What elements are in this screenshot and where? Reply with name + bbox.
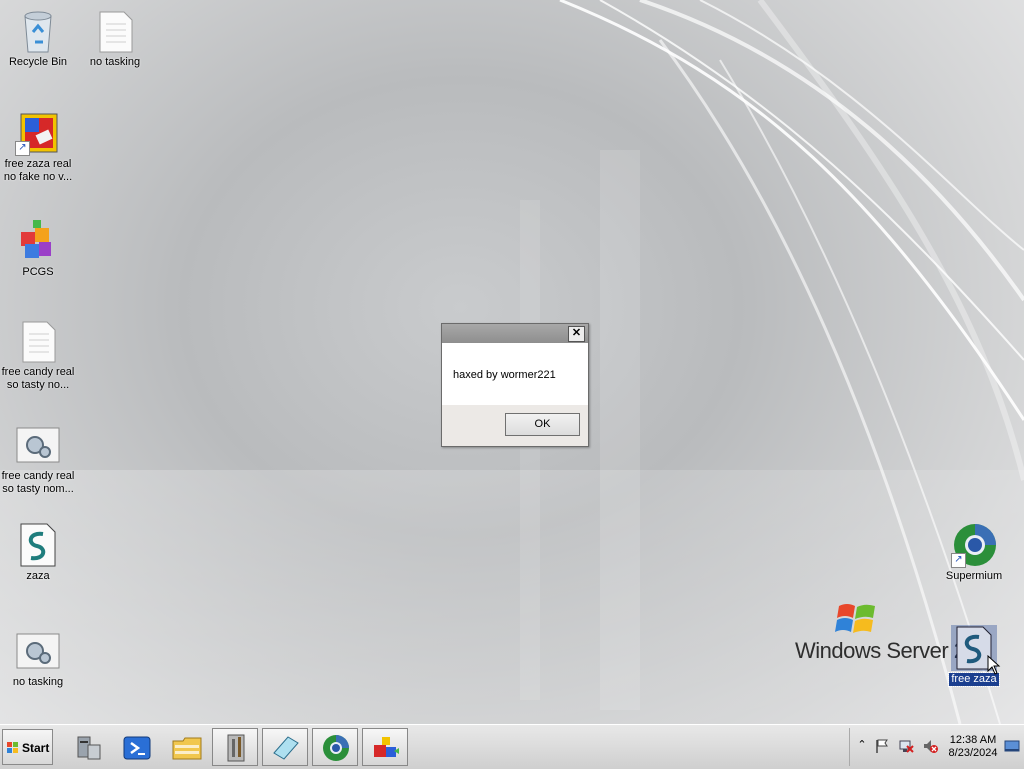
settings-file-icon	[15, 422, 61, 468]
desktop-icon-label: Supermium	[945, 570, 1003, 582]
network-error-icon[interactable]	[898, 738, 914, 754]
start-button[interactable]: Start	[2, 729, 53, 765]
browser-shortcut-icon: ↗	[951, 522, 997, 568]
start-label: Start	[22, 741, 50, 755]
close-icon: ✕	[571, 327, 582, 339]
desktop-icon-label: Recycle Bin	[8, 56, 68, 68]
desktop-icon-label: no tasking	[12, 676, 64, 688]
taskbar-button-file-explorer[interactable]	[163, 728, 209, 766]
taskbar-button-supermium[interactable]	[312, 728, 358, 766]
clock-time: 12:38 AM	[949, 734, 997, 746]
desktop[interactable]: Recycle Bin no tasking ↗ free zaza real …	[0, 0, 1024, 724]
text-file-icon	[15, 318, 61, 364]
installer-shortcut-icon: ↗	[15, 110, 61, 156]
windows-flag-icon	[835, 604, 875, 633]
mouse-cursor-icon	[987, 655, 1001, 675]
taskbar-button-powershell[interactable]	[113, 728, 159, 766]
desktop-icon-free-candy-settings[interactable]: free candy real so tasty nom...	[0, 422, 76, 496]
settings-file-icon	[15, 628, 61, 674]
notepad-icon	[273, 736, 299, 760]
desktop-icon-label: PCGS	[22, 266, 54, 278]
desktop-icon-label: free zaza real no fake no v...	[3, 158, 73, 183]
desktop-icon-supermium[interactable]: ↗ Supermium	[936, 522, 1012, 583]
dialog-body: haxed by wormer221	[442, 343, 588, 405]
text-file-icon	[92, 8, 138, 54]
desktop-icon-free-zaza[interactable]: free zaza	[936, 625, 1012, 687]
desktop-icon-free-zaza-real[interactable]: ↗ free zaza real no fake no v...	[0, 110, 76, 184]
desktop-icon-label: zaza	[26, 570, 50, 582]
desktop-icon-zaza[interactable]: zaza	[0, 522, 76, 583]
taskbar-button-blocks-app[interactable]	[362, 728, 408, 766]
clock-date: 8/23/2024	[948, 747, 998, 759]
desktop-icon-free-candy-text[interactable]: free candy real so tasty no...	[0, 318, 76, 392]
script-file-icon	[951, 625, 1001, 675]
show-desktop-icon[interactable]	[1004, 738, 1020, 754]
blocks-app-icon	[15, 218, 61, 264]
recycle-bin-icon	[15, 8, 61, 54]
blocks-app-icon	[374, 737, 399, 757]
message-dialog[interactable]: ✕ haxed by wormer221 OK	[441, 323, 589, 447]
windows-flag-icon	[7, 742, 18, 753]
taskbar-button-server-manager[interactable]	[64, 728, 110, 766]
taskbar: Start ⌃ 12:38 AM 8/23/2024	[0, 724, 1024, 769]
dialog-button-row: OK	[442, 405, 588, 445]
desktop-icon-pcgs[interactable]: PCGS	[0, 218, 76, 279]
desktop-icon-recycle-bin[interactable]: Recycle Bin	[0, 8, 76, 69]
desktop-icon-no-tasking-text[interactable]: no tasking	[77, 8, 153, 69]
system-tray: ⌃ 12:38 AM 8/23/2024	[849, 728, 1023, 766]
action-center-flag-icon[interactable]	[874, 738, 890, 754]
script-file-icon	[15, 522, 61, 568]
ok-button[interactable]: OK	[505, 413, 580, 436]
desktop-icon-label: no tasking	[89, 56, 141, 68]
show-hidden-icon[interactable]: ⌃	[854, 738, 870, 754]
windows-server-logo: Windows Server 20	[795, 600, 978, 670]
shortcut-arrow-icon: ↗	[951, 553, 966, 568]
desktop-icon-no-tasking-settings[interactable]: no tasking	[0, 628, 76, 689]
supermium-icon	[323, 735, 349, 761]
server-manager-icon	[77, 736, 101, 760]
desktop-icon-label: free candy real so tasty nom...	[1, 470, 75, 495]
taskbar-button-notepad[interactable]	[262, 728, 308, 766]
admin-tools-icon	[227, 734, 245, 762]
taskbar-button-admin-tools[interactable]	[212, 728, 258, 766]
volume-muted-icon[interactable]	[922, 738, 938, 754]
dialog-titlebar[interactable]: ✕	[442, 324, 588, 343]
close-button[interactable]: ✕	[568, 326, 585, 342]
dialog-message: haxed by wormer221	[453, 369, 556, 381]
file-explorer-icon	[172, 737, 202, 760]
desktop-icon-label: free candy real so tasty no...	[1, 366, 75, 391]
shortcut-arrow-icon: ↗	[15, 141, 30, 156]
powershell-icon	[123, 736, 151, 760]
clock[interactable]: 12:38 AM 8/23/2024	[944, 734, 1002, 760]
